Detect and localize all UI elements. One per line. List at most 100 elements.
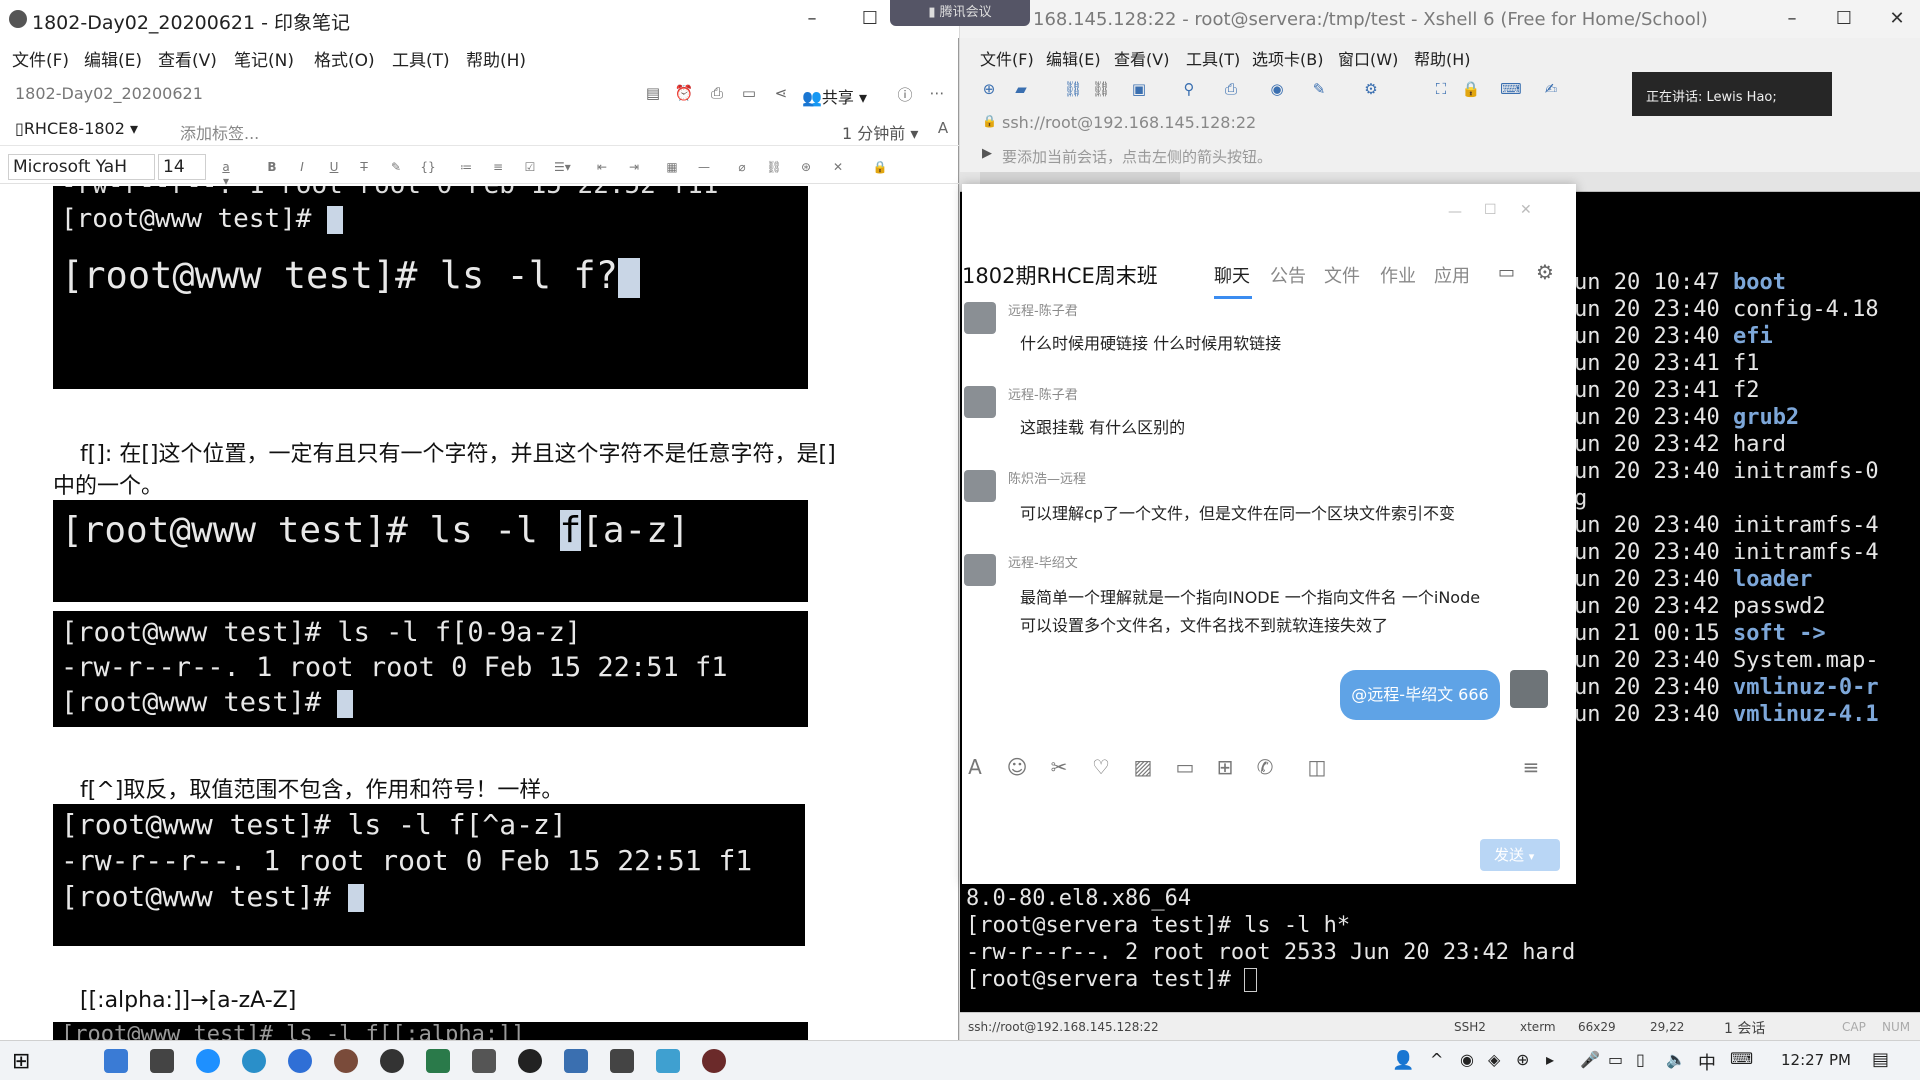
globe-icon[interactable]: ◉ [1266,80,1288,100]
font-icon[interactable]: A [962,754,988,780]
attach-icon[interactable]: ⌀ [734,160,750,174]
share-button[interactable]: 👥共享 ▾ [802,84,867,108]
menu-help[interactable]: 帮助(H) [466,46,526,71]
font-size-select[interactable]: 14 [158,154,206,180]
menu-help[interactable]: 帮助(H) [1414,46,1471,70]
start-windows-icon[interactable]: ⊞ [12,1049,30,1074]
print-icon[interactable]: ⎙ [706,84,728,104]
maximize-button[interactable]: ☐ [1829,6,1859,32]
app-icon[interactable] [150,1049,174,1073]
encrypt-icon[interactable]: ⊛ [798,160,814,174]
browser-icon[interactable] [196,1049,220,1073]
app-icon[interactable] [564,1049,588,1073]
avatar[interactable] [964,302,996,334]
maximize-button[interactable]: ☐ [1484,202,1497,218]
minimize-button[interactable]: — [1448,204,1462,220]
indent-icon[interactable]: ⇥ [626,160,642,174]
bookmark-icon[interactable]: ▶ [982,146,992,161]
screen-icon[interactable]: ◫ [1304,754,1330,780]
battery-icon[interactable]: ▭ [1608,1050,1623,1069]
phone-icon[interactable]: ✆ [1252,754,1278,780]
bullet-list-icon[interactable]: ≔ [458,160,474,174]
app-icon[interactable] [288,1049,312,1073]
font-a-icon[interactable]: A [932,119,954,139]
italic-icon[interactable]: I [294,160,310,174]
red-packet-icon[interactable]: ⊞ [1212,754,1238,780]
divider-icon[interactable]: — [696,160,712,174]
strikethrough-icon[interactable]: T [356,160,372,174]
script-icon[interactable]: ⚙ [1360,80,1382,100]
keyboard-icon[interactable]: ⌨ [1730,1049,1753,1068]
minimize-button[interactable]: – [1777,6,1807,32]
link-icon[interactable]: ⛓ [766,160,782,174]
maximize-button[interactable]: ☐ [855,6,885,32]
highlight-icon[interactable]: ✎ [1308,80,1330,100]
file-explorer-icon[interactable] [104,1049,128,1073]
favorite-icon[interactable]: ♡ [1088,754,1114,780]
volume-icon[interactable]: 🔈 [1666,1050,1686,1069]
minimize-button[interactable]: – [797,6,827,32]
checkbox-icon[interactable]: ☑ [522,160,538,174]
screen-share-icon[interactable]: ▭ [1498,262,1515,283]
avatar[interactable] [964,386,996,418]
chevron-up-icon[interactable]: ^ [1430,1050,1443,1069]
compose-icon[interactable]: ✍ [1540,80,1562,100]
close-button[interactable]: ✕ [1520,202,1532,218]
code-icon[interactable]: {} [420,160,436,174]
menu-tools[interactable]: 工具(T) [1186,46,1240,70]
avatar[interactable] [964,554,996,586]
search-icon[interactable]: ⚲ [1178,80,1200,100]
notebook-selector[interactable]: ▯RHCE8-1802 ▾ [15,119,138,138]
connect-icon[interactable]: ⛓ [1062,80,1084,100]
note-body[interactable]: -rw-r--r--. 1 root root 0 Feb 15 22:52 f… [0,186,958,1040]
tab-announcement[interactable]: 公告 [1270,262,1306,288]
menu-window[interactable]: 窗口(W) [1338,46,1398,70]
tray-icon[interactable]: ◈ [1488,1050,1500,1069]
menu-view[interactable]: 查看(V) [1114,46,1169,70]
notification-icon[interactable]: ▤ [1872,1049,1889,1070]
network-icon[interactable]: ▯ [1636,1050,1645,1069]
close-button[interactable]: ✕ [1882,6,1912,32]
tab-files[interactable]: 文件 [1324,262,1360,288]
my-avatar[interactable] [1510,670,1548,708]
menu-file[interactable]: 文件(F) [12,46,69,71]
scissors-icon[interactable]: ✂ [1046,754,1072,780]
emoji-icon[interactable]: ☺ [1004,754,1030,780]
folder-icon[interactable]: ▭ [1172,754,1198,780]
menu-tabs[interactable]: 选项卡(B) [1252,46,1323,70]
tray-icon[interactable]: ◉ [1460,1050,1474,1069]
address-text[interactable]: ssh://root@192.168.145.128:22 [1002,113,1256,132]
disconnect-icon[interactable]: ⛓ [1090,80,1112,100]
underline-icon[interactable]: U [326,160,342,174]
app-icon[interactable] [380,1049,404,1073]
settings-gear-icon[interactable]: ⚙ [1536,260,1554,284]
properties-icon[interactable]: ▣ [1128,80,1150,100]
image-icon[interactable]: ▨ [1130,754,1156,780]
meeting-indicator[interactable]: ▮ 腾讯会议 [890,0,1030,26]
tray-icon[interactable]: ⊕ [1516,1050,1529,1069]
reminder-icon[interactable]: ⏰ [673,84,695,104]
menu-edit[interactable]: 编辑(E) [84,46,142,71]
font-color-icon[interactable]: a ▾ [218,160,234,188]
app-icon[interactable] [426,1049,450,1073]
microphone-icon[interactable]: 🎤 [1580,1050,1600,1069]
sender-name[interactable]: 远程-毕绍文 [1008,552,1078,571]
presentation-icon[interactable]: ▤ [642,84,664,104]
bold-icon[interactable]: B [264,160,280,174]
menu-tools[interactable]: 工具(T) [392,46,450,71]
outdent-icon[interactable]: ⇤ [594,160,610,174]
ime-indicator[interactable]: 中 [1698,1049,1716,1075]
clear-format-icon[interactable]: ✕ [830,160,846,174]
keyboard-icon[interactable]: ⌨ [1500,80,1522,100]
numbered-list-icon[interactable]: ≡ [490,160,506,174]
sender-name[interactable]: 远程-陈子君 [1008,384,1078,403]
people-icon[interactable]: 👤 [1392,1050,1414,1071]
chevron-down-icon[interactable]: ▾ [1529,850,1535,863]
app-icon[interactable] [702,1049,726,1073]
tab-apps[interactable]: 应用 [1434,262,1470,288]
app-icon[interactable] [656,1049,680,1073]
more-icon[interactable]: ⋯ [926,84,948,104]
modified-time[interactable]: 1 分钟前 ▾ [842,120,918,144]
sender-name[interactable]: 陈炽浩—远程 [1008,468,1086,487]
print-icon[interactable]: ⎙ [1220,80,1242,100]
